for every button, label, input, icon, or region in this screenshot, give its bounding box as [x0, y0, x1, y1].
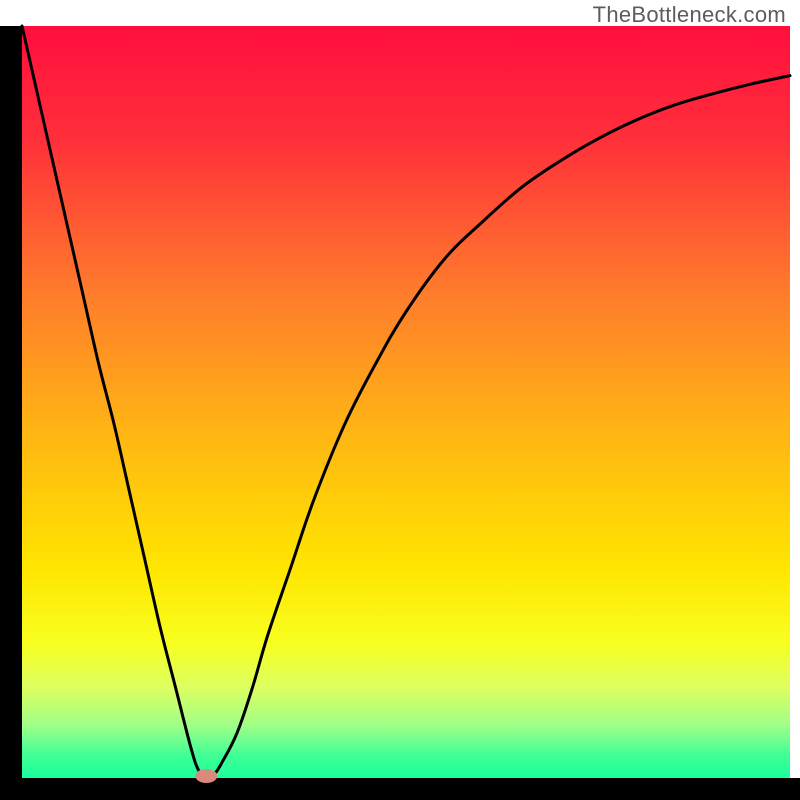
watermark-text: TheBottleneck.com [593, 2, 786, 28]
x-axis [0, 778, 800, 800]
valley-marker [195, 769, 217, 783]
chart-container: TheBottleneck.com [0, 0, 800, 800]
plot-background [22, 26, 790, 778]
y-axis [0, 26, 22, 800]
bottleneck-chart [0, 0, 800, 800]
